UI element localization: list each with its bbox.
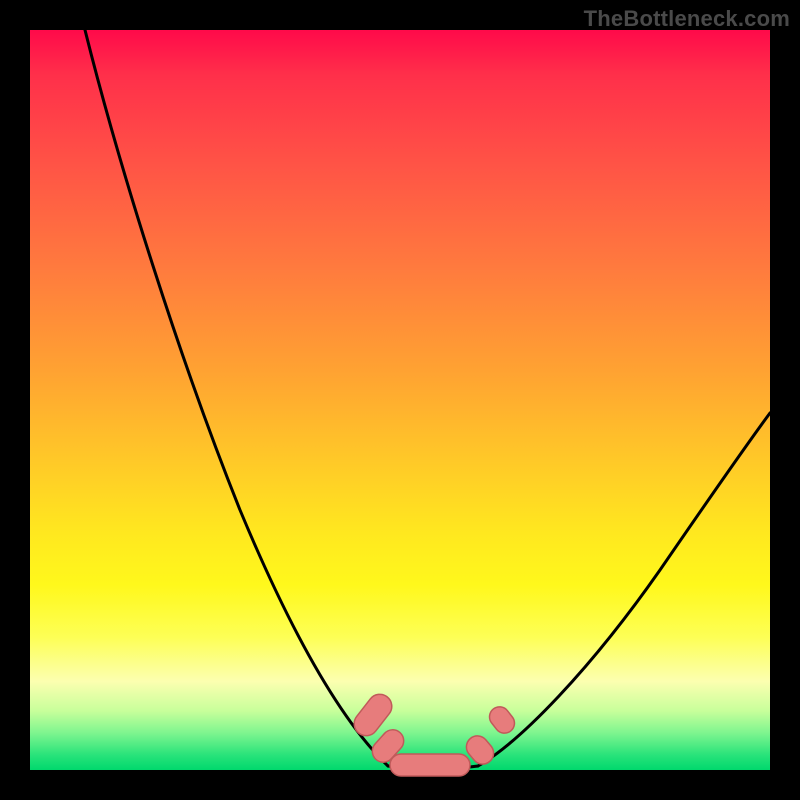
marker-lozenge xyxy=(486,703,519,737)
right-curve xyxy=(478,413,770,766)
curve-group xyxy=(85,30,770,769)
plot-area xyxy=(30,30,770,770)
watermark-text: TheBottleneck.com xyxy=(584,6,790,32)
chart-frame: TheBottleneck.com xyxy=(0,0,800,800)
marker-group xyxy=(349,689,518,776)
left-curve xyxy=(85,30,388,766)
marker-lozenge xyxy=(390,754,470,776)
chart-svg xyxy=(30,30,770,770)
